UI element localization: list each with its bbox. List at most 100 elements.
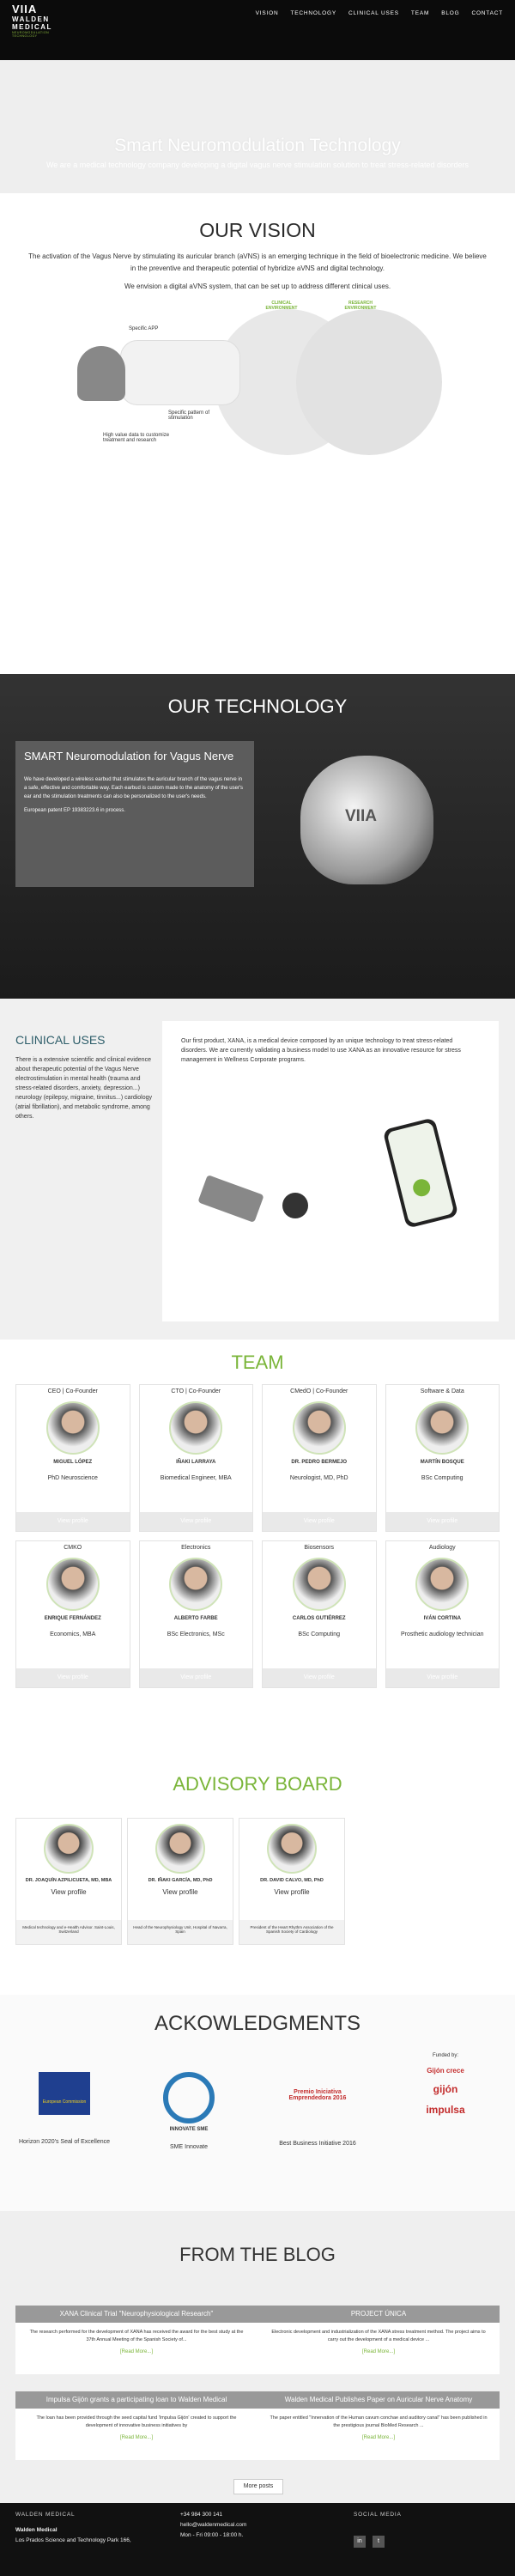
member-desc: Biomedical Engineer, MBA (160, 1475, 232, 1481)
view-profile-button[interactable]: View profile (385, 1512, 499, 1531)
avatar (292, 1558, 346, 1611)
technology-panel-title: SMART Neuromodulation for Vagus Nerve (24, 750, 234, 762)
avatar (267, 1824, 317, 1874)
avatar (155, 1824, 205, 1874)
ack-title: ACKOWLEDGMENTS (154, 2012, 361, 2035)
technology-panel-body: We have developed a wireless earbud that… (24, 777, 244, 799)
vision-text-secondary: We envision a digital aVNS system, that … (124, 283, 391, 290)
view-profile-button[interactable]: View profile (16, 1512, 130, 1531)
hero-section: Smart Neuromodulation Technology We are … (0, 60, 515, 193)
member-role: Software & Data (420, 1388, 464, 1394)
twitter-icon[interactable]: t (373, 2536, 385, 2548)
member-role: CMKO (64, 1545, 82, 1551)
footer-company-heading: WALDEN MEDICAL (15, 2512, 76, 2518)
ack-caption: Horizon 2020's Seal of Excellence (18, 2139, 110, 2145)
nav-team[interactable]: TEAM (411, 10, 429, 16)
team-card: Audiology IVÁN CORTINA Prosthetic audiolog… (385, 1540, 500, 1688)
footer-phone[interactable]: +34 984 300 141 (180, 2512, 222, 2518)
innovate-sme-text: INNOVATE SME (169, 2127, 209, 2132)
ack-caption: SME Innovate (170, 2144, 208, 2150)
clinical-text: There is a extensive scientific and clin… (15, 1057, 153, 1120)
view-profile-link[interactable]: View profile (16, 1888, 121, 1896)
member-name: CARLOS GUTIÉRREZ (292, 1616, 346, 1621)
funded-by: Funded by: Gijón crece gijón impulsa (407, 2053, 484, 2116)
diagram-center-box (120, 340, 240, 405)
team-title: TEAM (231, 1352, 284, 1373)
ack-caption: Best Business Initiative 2016 (279, 2141, 356, 2147)
advisory-title: ADVISORY BOARD (173, 1773, 342, 1795)
nav-vision[interactable]: VISION (256, 10, 279, 16)
earbud-image (282, 1193, 308, 1218)
team-card: CEO | Co-Founder MIGUEL LÓPEZ PhD Neurosci… (15, 1384, 130, 1532)
footer-company-name: Walden Medical (15, 2527, 58, 2533)
phone-app-image (382, 1117, 459, 1229)
team-card: Electronics ALBERTO FARBE BSc Electronics,… (138, 1540, 253, 1688)
post-title[interactable]: XANA Clinical Trial "Neurophysiological … (15, 2306, 258, 2323)
view-profile-button[interactable]: View profile (139, 1668, 252, 1687)
member-desc: Neurologist, MD, PhD (289, 1475, 348, 1481)
vision-diagram: Specific APP Specific pattern of stimula… (77, 299, 442, 462)
member-role: Biosensors (304, 1545, 335, 1551)
member-role: CEO | Co-Founder (47, 1388, 98, 1394)
nav-contact[interactable]: CONTACT (471, 10, 503, 16)
more-posts-button[interactable]: More posts (233, 2479, 283, 2494)
view-profile-button[interactable]: View profile (263, 1668, 376, 1687)
gijon-crece-logo: Gijón crece (427, 2067, 464, 2075)
linkedin-icon[interactable]: in (354, 2536, 366, 2548)
logo-tagline: NEUROMODULATION TECHNOLOGY (12, 31, 50, 38)
view-profile-button[interactable]: View profile (139, 1512, 252, 1531)
member-name: IVÁN CORTINA (423, 1616, 461, 1621)
member-desc: Prosthetic audiology technician (400, 1631, 484, 1637)
view-profile-link[interactable]: View profile (239, 1888, 344, 1896)
avatar (169, 1401, 223, 1455)
post-title[interactable]: Impulsa Gijón grants a participating loa… (15, 2391, 258, 2409)
view-profile-button[interactable]: View profile (263, 1512, 376, 1531)
technology-title: OUR TECHNOLOGY (167, 696, 348, 717)
read-more-link[interactable]: [Read More...] (258, 2349, 500, 2354)
team-card: Biosensors CARLOS GUTIÉRREZ BSc Computing V… (262, 1540, 377, 1688)
avatar (44, 1824, 94, 1874)
diagram-circle-research (296, 309, 442, 455)
advisory-section: ADVISORY BOARD DR. JOAQUÍN AZPILICUETA, … (0, 1773, 515, 1995)
member-name: IÑAKI LARRAYA (176, 1460, 216, 1465)
read-more-link[interactable]: [Read More...] (15, 2349, 258, 2354)
post-title[interactable]: PROJECT ÚNICA (258, 2306, 500, 2323)
advisor-card: DR. JOAQUÍN AZPILICUETA, MD, MBA View pr… (15, 1818, 122, 1945)
advisor-card: DR. DAVID CALVO, MD, PhD View profile Pr… (239, 1818, 345, 1945)
technology-patent: European patent EP 19383223.6 in process… (24, 808, 125, 813)
member-name: ALBERTO FARBE (173, 1616, 218, 1621)
blog-title: FROM THE BLOG (179, 2244, 336, 2265)
clinical-card: Our first product, XANA, is a medical de… (162, 1021, 499, 1321)
clinical-title: CLINICAL USES (15, 1033, 106, 1047)
post-excerpt: Electronic development and industrializa… (271, 2330, 486, 2342)
view-profile-button[interactable]: View profile (16, 1668, 130, 1687)
acknowledgments-section: ACKOWLEDGMENTS European Commission Horiz… (0, 1995, 515, 2211)
device-mark: VIIA (345, 807, 377, 825)
member-desc: PhD Neuroscience (47, 1475, 98, 1481)
nav-blog[interactable]: BLOG (441, 10, 459, 16)
read-more-link[interactable]: [Read More...] (258, 2435, 500, 2440)
logo-mark: VIIA (12, 3, 38, 15)
footer-address: Los Prados Science and Technology Park 1… (15, 2537, 131, 2543)
footer-email[interactable]: hello@waldenmedical.com (180, 2522, 246, 2528)
gijon-logo: gijón (433, 2083, 458, 2095)
view-profile-button[interactable]: View profile (385, 1668, 499, 1687)
blog-post: Walden Medical Publishes Paper on Auricu… (258, 2391, 500, 2460)
view-profile-link[interactable]: View profile (128, 1888, 233, 1896)
blog-post: Impulsa Gijón grants a participating loa… (15, 2391, 258, 2460)
earbud-device-image: VIIA (300, 756, 433, 884)
member-role: CTO | Co-Founder (171, 1388, 221, 1394)
team-card: CTO | Co-Founder IÑAKI LARRAYA Biomedical … (138, 1384, 253, 1532)
read-more-link[interactable]: [Read More...] (15, 2435, 258, 2440)
avatar (292, 1401, 346, 1455)
impulsa-logo: impulsa (426, 2104, 465, 2116)
clinical-card-text: Our first product, XANA, is a medical de… (181, 1038, 461, 1063)
nav-technology[interactable]: TECHNOLOGY (290, 10, 336, 16)
avatar (169, 1558, 223, 1611)
member-role: Audiology (428, 1545, 456, 1551)
post-title[interactable]: Walden Medical Publishes Paper on Auricu… (258, 2391, 500, 2409)
funded-by-label: Funded by: (432, 2053, 459, 2058)
site-header: VIIA WALDEN MEDICAL NEUROMODULATION TECH… (0, 0, 515, 60)
nav-clinical-uses[interactable]: CLINICAL USES (348, 10, 399, 16)
logo[interactable]: VIIA WALDEN MEDICAL NEUROMODULATION TECH… (12, 3, 64, 38)
